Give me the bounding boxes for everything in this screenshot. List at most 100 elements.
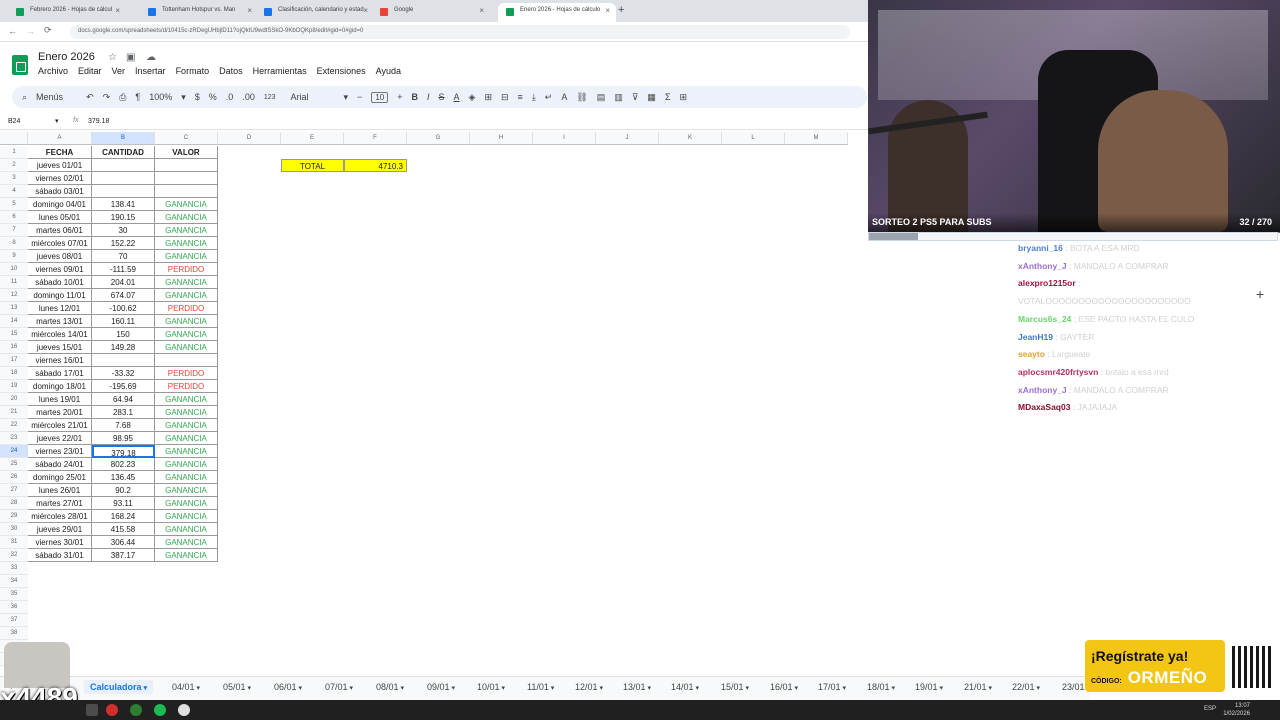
reload-icon[interactable]: ⟳ [44, 25, 52, 36]
row-header[interactable]: 25 [0, 458, 28, 471]
cell[interactable]: 70 [92, 250, 155, 263]
row-header[interactable]: 23 [0, 432, 28, 445]
row-header[interactable]: 12 [0, 289, 28, 302]
cell[interactable]: domingo 04/01 [28, 198, 92, 211]
percent-format-button[interactable]: % [209, 92, 217, 102]
paint-format-icon[interactable]: ¶ [135, 92, 140, 102]
column-header[interactable]: I [533, 132, 596, 145]
chevron-down-icon[interactable]: ▾ [55, 117, 59, 125]
cell[interactable]: 415.58 [92, 523, 155, 536]
cell[interactable]: martes 06/01 [28, 224, 92, 237]
cell[interactable]: jueves 22/01 [28, 432, 92, 445]
chevron-down-icon[interactable]: ▾ [450, 685, 455, 692]
print-icon[interactable]: ⎙ [119, 92, 126, 103]
cell[interactable]: PERDIDO [155, 263, 218, 276]
cell[interactable]: viernes 02/01 [28, 172, 92, 185]
font-size-decrease-icon[interactable]: − [357, 92, 362, 102]
row-header[interactable]: 11 [0, 276, 28, 289]
cell[interactable]: 674.07 [92, 289, 155, 302]
app-icon[interactable] [178, 704, 190, 716]
cell[interactable]: 204.01 [92, 276, 155, 289]
row-header[interactable]: 14 [0, 315, 28, 328]
cell[interactable] [155, 172, 218, 185]
chevron-down-icon[interactable]: ▾ [1035, 685, 1040, 692]
cell[interactable]: VALOR [155, 146, 218, 159]
move-folder-icon[interactable]: ▣ [126, 52, 135, 63]
chevron-down-icon[interactable]: ▾ [246, 685, 251, 692]
cell[interactable]: sábado 10/01 [28, 276, 92, 289]
row-header[interactable]: 19 [0, 380, 28, 393]
sheet-tab[interactable]: Calculadora ▾ [84, 680, 153, 694]
sheet-tab[interactable]: 21/01 ▾ [964, 682, 992, 692]
cell[interactable]: GANANCIA [155, 276, 218, 289]
row-header[interactable]: 28 [0, 497, 28, 510]
strikethrough-icon[interactable]: S [439, 92, 445, 102]
row-header[interactable]: 15 [0, 328, 28, 341]
sheet-tab[interactable]: 04/01 ▾ [172, 682, 200, 692]
cell[interactable]: martes 20/01 [28, 406, 92, 419]
cell[interactable] [155, 185, 218, 198]
sheet-tab[interactable]: 11/01 ▾ [527, 682, 554, 692]
cell[interactable]: lunes 05/01 [28, 211, 92, 224]
row-header[interactable]: 29 [0, 510, 28, 523]
cell[interactable]: miércoles 21/01 [28, 419, 92, 432]
cell[interactable]: jueves 08/01 [28, 250, 92, 263]
column-header[interactable]: B [92, 132, 155, 145]
cell[interactable]: GANANCIA [155, 432, 218, 445]
cell[interactable]: GANANCIA [155, 523, 218, 536]
forward-icon[interactable]: → [26, 26, 35, 36]
cell[interactable]: viernes 30/01 [28, 536, 92, 549]
chevron-down-icon[interactable]: ▾ [344, 92, 349, 103]
cell[interactable]: lunes 26/01 [28, 484, 92, 497]
row-header[interactable]: 37 [0, 614, 28, 627]
close-tab-icon[interactable]: × [363, 6, 368, 15]
row-header[interactable]: 24 [0, 445, 28, 458]
row-header[interactable]: 31 [0, 536, 28, 549]
cell[interactable]: viernes 09/01 [28, 263, 92, 276]
cell[interactable]: 93.11 [92, 497, 155, 510]
cell[interactable]: sábado 03/01 [28, 185, 92, 198]
column-header[interactable]: E [281, 132, 344, 145]
spotify-icon[interactable] [154, 704, 166, 716]
cell[interactable] [155, 354, 218, 367]
cell[interactable]: GANANCIA [155, 536, 218, 549]
column-header[interactable]: C [155, 132, 218, 145]
table-icon[interactable]: ⊞ [680, 92, 688, 103]
cell[interactable]: 190.15 [92, 211, 155, 224]
sheet-tab[interactable]: 06/01 ▾ [274, 682, 302, 692]
cell[interactable]: lunes 19/01 [28, 393, 92, 406]
row-header[interactable]: 8 [0, 237, 28, 250]
cell[interactable]: sábado 17/01 [28, 367, 92, 380]
column-header[interactable]: G [407, 132, 470, 145]
cell[interactable]: 7.68 [92, 419, 155, 432]
chevron-down-icon[interactable]: ▾ [297, 685, 302, 692]
undo-icon[interactable]: ↶ [86, 92, 94, 103]
menu-item[interactable]: Datos [219, 66, 243, 76]
chrome-icon[interactable] [130, 704, 142, 716]
document-title[interactable]: Enero 2026 [38, 51, 95, 63]
row-header[interactable]: 3 [0, 172, 28, 185]
row-header[interactable]: 2 [0, 159, 28, 172]
cell[interactable]: 387.17 [92, 549, 155, 562]
row-header[interactable]: 35 [0, 588, 28, 601]
cell[interactable]: martes 27/01 [28, 497, 92, 510]
row-header[interactable]: 1 [0, 146, 28, 159]
cell[interactable]: CANTIDAD [92, 146, 155, 159]
merge-cells-icon[interactable]: ⊟ [501, 92, 509, 103]
column-header[interactable]: A [28, 132, 92, 145]
text-color-icon[interactable]: A [454, 92, 460, 102]
sheet-tab[interactable]: 10/01 ▾ [477, 682, 505, 692]
cell[interactable]: -33.32 [92, 367, 155, 380]
browser-tab[interactable]: Google × [372, 3, 490, 22]
row-header[interactable]: 18 [0, 367, 28, 380]
cell[interactable]: miércoles 07/01 [28, 237, 92, 250]
sheet-tab[interactable]: 16/01 ▾ [770, 682, 798, 692]
chevron-down-icon[interactable]: ▾ [646, 685, 651, 692]
italic-icon[interactable]: I [427, 92, 430, 102]
column-header[interactable]: H [470, 132, 533, 145]
cell[interactable]: PERDIDO [155, 380, 218, 393]
selected-cell[interactable]: 379.18 [92, 445, 155, 458]
cell[interactable]: GANANCIA [155, 328, 218, 341]
cell[interactable]: martes 13/01 [28, 315, 92, 328]
insert-chart-icon[interactable]: ▥ [614, 92, 623, 103]
